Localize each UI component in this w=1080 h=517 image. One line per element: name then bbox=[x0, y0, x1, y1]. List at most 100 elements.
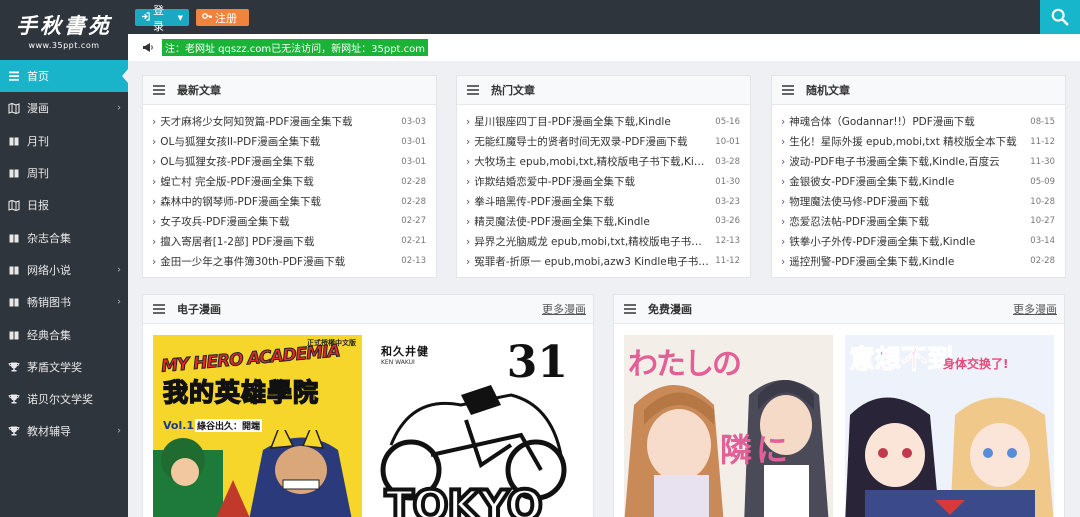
article-title[interactable]: 金田一少年之事件簿30th-PDF漫画下载 bbox=[152, 254, 401, 269]
article-date: 11-12 bbox=[715, 256, 740, 267]
sidebar-item[interactable]: 畅销图书 › bbox=[0, 286, 128, 318]
sidebar-item[interactable]: 漫画 › bbox=[0, 92, 128, 124]
more-comics-link[interactable]: 更多漫画 bbox=[1013, 301, 1057, 317]
sidebar-item-label: 茅盾文学奖 bbox=[27, 360, 82, 374]
article-title[interactable]: 金银彼女-PDF漫画全集下载,Kindle bbox=[781, 174, 1030, 189]
article-date: 11-30 bbox=[1030, 156, 1055, 167]
home-icon bbox=[7, 70, 20, 83]
article-title[interactable]: 异界之光脑威龙 epub,mobi,txt,精校版电子书下载 bbox=[466, 234, 715, 249]
caret-down-icon: ▼ bbox=[177, 13, 183, 22]
article-item[interactable]: 恋爱忍法帖-PDF漫画全集下载10-27 bbox=[781, 211, 1055, 231]
more-comics-link[interactable]: 更多漫画 bbox=[542, 301, 586, 317]
cover-body-swap[interactable]: 意想不到 身体交换了! bbox=[845, 335, 1054, 517]
article-title[interactable]: 大牧场主 epub,mobi,txt,精校版电子书下载,Kindle bbox=[466, 154, 715, 169]
sidebar-item[interactable]: 杂志合集 bbox=[0, 221, 128, 253]
sidebar-item[interactable]: 经典合集 bbox=[0, 318, 128, 350]
cover-my-hero-academia[interactable]: 正式授權中文版 MY HERO ACADEMIA 我的英雄學院 Vol.1 綠谷… bbox=[153, 335, 362, 517]
article-title[interactable]: 精灵魔法使-PDF漫画全集下载,Kindle bbox=[466, 214, 715, 229]
article-item[interactable]: 金田一少年之事件簿30th-PDF漫画下载02-13 bbox=[152, 251, 426, 271]
sidebar-item[interactable]: 首页 bbox=[0, 60, 128, 93]
article-list: 星川银座四丁目-PDF漫画全集下载,Kindle05-16无能红魔导士的贤者时间… bbox=[457, 105, 750, 271]
article-item[interactable]: 擅入寄居者[1-2部] PDF漫画下载02-21 bbox=[152, 231, 426, 251]
article-title[interactable]: 铁拳小子外传-PDF漫画全集下载,Kindle bbox=[781, 234, 1030, 249]
article-date: 03-14 bbox=[1030, 236, 1055, 247]
article-title[interactable]: 拳斗暗黑传-PDF漫画全集下载 bbox=[466, 194, 715, 209]
article-title[interactable]: 遥控刑警-PDF漫画全集下载,Kindle bbox=[781, 254, 1030, 269]
article-title[interactable]: 恋爱忍法帖-PDF漫画全集下载 bbox=[781, 214, 1030, 229]
article-title[interactable]: 无能红魔导士的贤者时间无双录-PDF漫画下载 bbox=[466, 134, 715, 149]
article-item[interactable]: 异界之光脑威龙 epub,mobi,txt,精校版电子书下载12-13 bbox=[466, 231, 740, 251]
sidebar-item[interactable]: 诺贝尔文学奖 bbox=[0, 383, 128, 415]
article-date: 08-15 bbox=[1030, 116, 1055, 127]
sidebar-item-label: 漫画 bbox=[27, 102, 49, 116]
cover-art bbox=[153, 430, 352, 517]
search-button[interactable] bbox=[1040, 0, 1080, 34]
article-item[interactable]: 铁拳小子外传-PDF漫画全集下载,Kindle03-14 bbox=[781, 231, 1055, 251]
list-icon bbox=[782, 85, 794, 95]
notice-bar: 注：老网址 qqszz.com已无法访问，新网址：35ppt.com bbox=[128, 34, 1080, 61]
cover-tokyo-revengers[interactable]: 和久井健 KEN WAKUI 31 TOKYO bbox=[371, 335, 580, 517]
article-title[interactable]: 生化！星际外援 epub,mobi,txt 精校版全本下载 bbox=[781, 134, 1030, 149]
article-title[interactable]: OL与狐狸女孩-PDF漫画全集下载 bbox=[152, 154, 401, 169]
article-item[interactable]: 森林中的钢琴师-PDF漫画全集下载02-28 bbox=[152, 192, 426, 212]
article-title[interactable]: 擅入寄居者[1-2部] PDF漫画下载 bbox=[152, 234, 401, 249]
cover-author: 和久井健 bbox=[381, 345, 429, 358]
sidebar-item[interactable]: 日报 bbox=[0, 189, 128, 221]
article-item[interactable]: 神魂合体（Godannar!!）PDF漫画下载08-15 bbox=[781, 112, 1055, 132]
article-item[interactable]: 物理魔法使马修-PDF漫画下载10-28 bbox=[781, 192, 1055, 212]
article-title[interactable]: 蝗亡村 完全版-PDF漫画全集下载 bbox=[152, 174, 401, 189]
article-title[interactable]: 天才麻将少女阿知贺篇-PDF漫画全集下载 bbox=[152, 114, 401, 129]
login-icon bbox=[141, 11, 150, 24]
site-logo[interactable]: 手秋書苑 www.35ppt.com bbox=[0, 0, 128, 60]
article-date: 03-01 bbox=[401, 156, 426, 167]
article-item[interactable]: 拳斗暗黑传-PDF漫画全集下载03-23 bbox=[466, 192, 740, 212]
map-icon bbox=[7, 102, 20, 115]
sidebar-item[interactable]: 月刊 bbox=[0, 125, 128, 157]
article-item[interactable]: 生化！星际外援 epub,mobi,txt 精校版全本下载11-12 bbox=[781, 132, 1055, 152]
cover-title: 意想不到 bbox=[848, 345, 954, 376]
article-item[interactable]: 遥控刑警-PDF漫画全集下载,Kindle02-28 bbox=[781, 251, 1055, 271]
article-title[interactable]: OL与狐狸女孩II-PDF漫画全集下载 bbox=[152, 134, 401, 149]
sidebar-item-label: 杂志合集 bbox=[27, 231, 71, 245]
login-label: 登录 bbox=[153, 3, 164, 33]
cover-title-2: 身体交换了! bbox=[943, 357, 1009, 371]
sidebar-item[interactable]: 茅盾文学奖 bbox=[0, 351, 128, 383]
article-item[interactable]: 冤罪者-折原一 epub,mobi,azw3 Kindle电子书下载11-12 bbox=[466, 251, 740, 271]
article-item[interactable]: OL与狐狸女孩-PDF漫画全集下载03-01 bbox=[152, 152, 426, 172]
article-date: 02-27 bbox=[401, 216, 426, 227]
sidebar-item-label: 教材辅导 bbox=[27, 425, 71, 439]
article-title[interactable]: 物理魔法使马修-PDF漫画下载 bbox=[781, 194, 1030, 209]
sidebar-item[interactable]: 网络小说 › bbox=[0, 254, 128, 286]
article-title[interactable]: 冤罪者-折原一 epub,mobi,azw3 Kindle电子书下载 bbox=[466, 254, 715, 269]
login-button[interactable]: 登录 ▼ bbox=[135, 4, 189, 33]
article-item[interactable]: OL与狐狸女孩II-PDF漫画全集下载03-01 bbox=[152, 132, 426, 152]
article-title[interactable]: 森林中的钢琴师-PDF漫画全集下载 bbox=[152, 194, 401, 209]
article-title[interactable]: 诈欺结婚恋爱中-PDF漫画全集下载 bbox=[466, 174, 715, 189]
sidebar-item-label: 经典合集 bbox=[27, 328, 71, 342]
megaphone-icon bbox=[143, 43, 153, 52]
article-item[interactable]: 无能红魔导士的贤者时间无双录-PDF漫画下载10-01 bbox=[466, 132, 740, 152]
article-item[interactable]: 天才麻将少女阿知贺篇-PDF漫画全集下载03-03 bbox=[152, 112, 426, 132]
article-item[interactable]: 星川银座四丁目-PDF漫画全集下载,Kindle05-16 bbox=[466, 112, 740, 132]
article-title[interactable]: 星川银座四丁目-PDF漫画全集下载,Kindle bbox=[466, 114, 715, 129]
article-title[interactable]: 神魂合体（Godannar!!）PDF漫画下载 bbox=[781, 114, 1030, 129]
article-item[interactable]: 诈欺结婚恋爱中-PDF漫画全集下载01-30 bbox=[466, 172, 740, 192]
cover-watashi-no-tonari[interactable]: わたしの 隣に bbox=[624, 335, 833, 517]
article-item[interactable]: 大牧场主 epub,mobi,txt,精校版电子书下载,Kindle03-28 bbox=[466, 152, 740, 172]
article-title[interactable]: 女子攻兵-PDF漫画全集下载 bbox=[152, 214, 401, 229]
panel-header: 电子漫画 bbox=[143, 295, 593, 324]
panel-title: 最新文章 bbox=[177, 84, 221, 97]
register-button[interactable]: 注册 bbox=[196, 9, 249, 26]
article-item[interactable]: 女子攻兵-PDF漫画全集下载02-27 bbox=[152, 211, 426, 231]
cover-author-en: KEN WAKUI bbox=[381, 359, 415, 366]
article-item[interactable]: 蝗亡村 完全版-PDF漫画全集下载02-28 bbox=[152, 172, 426, 192]
sidebar-item[interactable]: 教材辅导 › bbox=[0, 415, 128, 447]
article-date: 02-13 bbox=[401, 256, 426, 267]
article-item[interactable]: 波动-PDF电子书漫画全集下载,Kindle,百度云11-30 bbox=[781, 152, 1055, 172]
article-title[interactable]: 波动-PDF电子书漫画全集下载,Kindle,百度云 bbox=[781, 154, 1030, 169]
article-item[interactable]: 精灵魔法使-PDF漫画全集下载,Kindle03-26 bbox=[466, 211, 740, 231]
sidebar-item[interactable]: 周刊 bbox=[0, 157, 128, 189]
panel-header: 热门文章 bbox=[457, 76, 750, 105]
article-item[interactable]: 金银彼女-PDF漫画全集下载,Kindle05-09 bbox=[781, 172, 1055, 192]
panel-title: 电子漫画 bbox=[177, 303, 221, 316]
